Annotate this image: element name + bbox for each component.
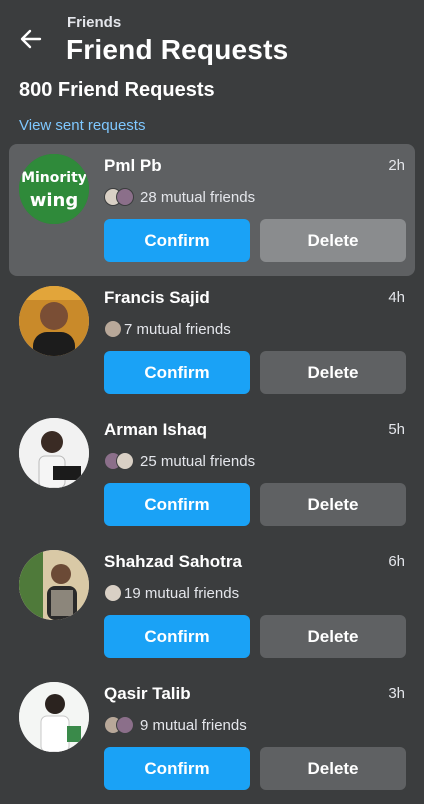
confirm-button[interactable]: Confirm xyxy=(104,747,250,790)
mutual-friends[interactable]: 7 mutual friends xyxy=(104,319,231,339)
avatar-logo-text-1: Minority xyxy=(21,170,87,186)
avatar[interactable]: Minority wing xyxy=(19,154,89,224)
mutual-avatar xyxy=(116,188,134,206)
request-time: 2h xyxy=(388,157,405,174)
request-count: 800 Friend Requests xyxy=(19,79,215,101)
confirm-button[interactable]: Confirm xyxy=(104,483,250,526)
mutual-friends-count: 28 mutual friends xyxy=(140,188,256,206)
mutual-avatar xyxy=(104,584,122,602)
friend-request-card[interactable]: Shahzad Sahotra 6h 19 mutual friends Con… xyxy=(0,540,424,672)
mutual-avatar xyxy=(116,716,134,734)
requester-name[interactable]: Shahzad Sahotra xyxy=(104,552,242,572)
mutual-friends-count: 19 mutual friends xyxy=(124,584,240,602)
delete-button[interactable]: Delete xyxy=(260,747,406,790)
confirm-button[interactable]: Confirm xyxy=(104,615,250,658)
friend-request-card[interactable]: Francis Sajid 4h 7 mutual friends Confir… xyxy=(0,276,424,408)
avatar-logo-text-2: wing xyxy=(30,190,79,211)
delete-button[interactable]: Delete xyxy=(260,219,406,262)
confirm-button[interactable]: Confirm xyxy=(104,219,250,262)
avatar[interactable] xyxy=(19,418,89,488)
request-time: 5h xyxy=(388,421,405,438)
delete-button[interactable]: Delete xyxy=(260,615,406,658)
friend-request-card[interactable]: Minority wing Pml Pb 2h 28 mutual friend… xyxy=(0,144,424,276)
friend-request-card[interactable]: Arman Ishaq 5h 25 mutual friends Confirm… xyxy=(0,408,424,540)
mutual-friends[interactable]: 25 mutual friends xyxy=(104,451,255,471)
mutual-friends[interactable]: 28 mutual friends xyxy=(104,187,255,207)
page-title: Friend Requests xyxy=(66,34,289,65)
confirm-button[interactable]: Confirm xyxy=(104,351,250,394)
breadcrumb: Friends xyxy=(67,14,122,31)
mutual-friends[interactable]: 9 mutual friends xyxy=(104,715,247,735)
request-time: 6h xyxy=(388,553,405,570)
view-sent-requests-link[interactable]: View sent requests xyxy=(19,117,145,134)
delete-button[interactable]: Delete xyxy=(260,351,406,394)
requester-name[interactable]: Qasir Talib xyxy=(104,684,191,704)
friend-request-list: Minority wing Pml Pb 2h 28 mutual friend… xyxy=(0,144,424,804)
mutual-friends[interactable]: 19 mutual friends xyxy=(104,583,239,603)
request-time: 4h xyxy=(388,289,405,306)
requester-name[interactable]: Francis Sajid xyxy=(104,288,210,308)
mutual-friends-count: 9 mutual friends xyxy=(140,716,247,734)
requester-name[interactable]: Arman Ishaq xyxy=(104,420,207,440)
page-header: Friends Friend Requests 800 Friend Reque… xyxy=(0,0,424,150)
mutual-friends-count: 7 mutual friends xyxy=(124,320,231,338)
delete-button[interactable]: Delete xyxy=(260,483,406,526)
mutual-avatar xyxy=(116,452,134,470)
avatar[interactable] xyxy=(19,550,89,620)
mutual-avatar xyxy=(104,320,122,338)
request-time: 3h xyxy=(388,685,405,702)
avatar[interactable] xyxy=(19,682,89,752)
friend-request-card[interactable]: Qasir Talib 3h 9 mutual friends Confirm … xyxy=(0,672,424,804)
avatar[interactable] xyxy=(19,286,89,356)
requester-name[interactable]: Pml Pb xyxy=(104,156,162,176)
back-arrow-icon[interactable] xyxy=(18,26,44,52)
mutual-friends-count: 25 mutual friends xyxy=(140,452,256,470)
